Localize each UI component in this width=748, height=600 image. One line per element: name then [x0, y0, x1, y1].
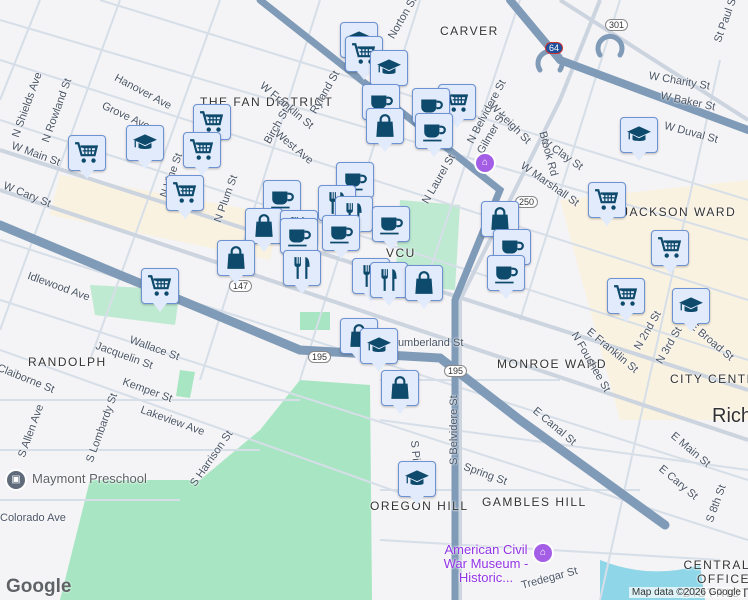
- route-shield-195: 195: [308, 351, 332, 363]
- fork-knife-icon: [289, 255, 315, 281]
- route-shield-195: 195: [444, 365, 468, 377]
- graduation-cap-marker[interactable]: [126, 125, 164, 169]
- coffee-icon: [286, 223, 312, 249]
- google-logo: Google: [6, 576, 72, 597]
- cart-icon: [657, 235, 683, 261]
- cart-icon: [74, 140, 100, 166]
- cart-icon: [613, 283, 639, 309]
- shopping-bag-marker[interactable]: [217, 240, 255, 284]
- shopping-bag-icon: [387, 375, 413, 401]
- graduation-cap-marker[interactable]: [370, 50, 408, 94]
- cart-marker[interactable]: [607, 278, 645, 322]
- coffee-marker[interactable]: [487, 255, 525, 299]
- cart-icon: [594, 187, 620, 213]
- graduation-cap-icon: [626, 122, 652, 148]
- shopping-bag-icon: [411, 270, 437, 296]
- school-pin-icon[interactable]: ▣: [5, 469, 27, 491]
- place-civil-war-museum[interactable]: American Civil War Museum - Historic...: [436, 543, 536, 585]
- cart-marker[interactable]: [68, 135, 106, 179]
- cart-marker[interactable]: [588, 182, 626, 226]
- coffee-icon: [493, 260, 519, 286]
- graduation-cap-icon: [366, 333, 392, 359]
- coffee-icon: [328, 220, 354, 246]
- shopping-bag-icon: [223, 245, 249, 271]
- graduation-cap-marker[interactable]: [620, 117, 658, 161]
- coffee-icon: [378, 211, 404, 237]
- cart-marker[interactable]: [651, 230, 689, 274]
- shopping-bag-marker[interactable]: [405, 265, 443, 309]
- coffee-marker[interactable]: [322, 215, 360, 259]
- city-label: Richmond: [712, 405, 748, 427]
- route-shield-301: 301: [605, 19, 629, 31]
- cart-icon: [189, 137, 215, 163]
- shopping-bag-icon: [372, 113, 398, 139]
- graduation-cap-marker[interactable]: [360, 328, 398, 372]
- route-shield-i64: 64: [545, 42, 564, 54]
- neighborhood-label: GAMBLES HILL: [482, 495, 587, 509]
- shopping-bag-marker[interactable]: [245, 208, 283, 252]
- shopping-bag-marker[interactable]: [381, 370, 419, 414]
- cart-marker[interactable]: [141, 268, 179, 312]
- graduation-cap-icon: [132, 130, 158, 156]
- cart-marker[interactable]: [166, 175, 204, 219]
- museum-pin-icon[interactable]: ⌂: [474, 152, 496, 174]
- fork-knife-icon: [376, 267, 402, 293]
- neighborhood-label: CARVER: [440, 24, 499, 38]
- graduation-cap-marker[interactable]: [672, 288, 710, 332]
- shopping-bag-marker[interactable]: [366, 108, 404, 152]
- coffee-icon: [421, 118, 447, 144]
- coffee-marker[interactable]: [415, 113, 453, 157]
- street-label: Colorado Ave: [0, 512, 66, 524]
- fork-knife-marker[interactable]: [370, 262, 408, 306]
- cart-marker[interactable]: [183, 132, 221, 176]
- street-label: Cumberland St: [390, 337, 464, 349]
- place-maymont-preschool[interactable]: Maymont Preschool: [32, 471, 147, 486]
- neighborhood-label: CITY CENTER: [670, 372, 748, 386]
- graduation-cap-icon: [376, 55, 402, 81]
- shopping-bag-icon: [251, 213, 277, 239]
- neighborhood-label: JACKSON WARD: [622, 205, 737, 219]
- cart-icon: [172, 180, 198, 206]
- graduation-cap-icon: [404, 466, 430, 492]
- coffee-marker[interactable]: [280, 218, 318, 262]
- graduation-cap-marker[interactable]: [398, 461, 436, 505]
- neighborhood-label: RANDOLPH: [28, 355, 107, 369]
- coffee-marker[interactable]: [372, 206, 410, 250]
- cart-icon: [147, 273, 173, 299]
- street-label: S Belvidere St: [448, 395, 460, 465]
- map-attribution[interactable]: Map data ©2026 Google: [628, 587, 744, 598]
- map-canvas[interactable]: 195 195 250 301 64 147 THE FAN DISTRICT …: [0, 0, 748, 600]
- graduation-cap-icon: [678, 293, 704, 319]
- fork-knife-marker[interactable]: [283, 250, 321, 294]
